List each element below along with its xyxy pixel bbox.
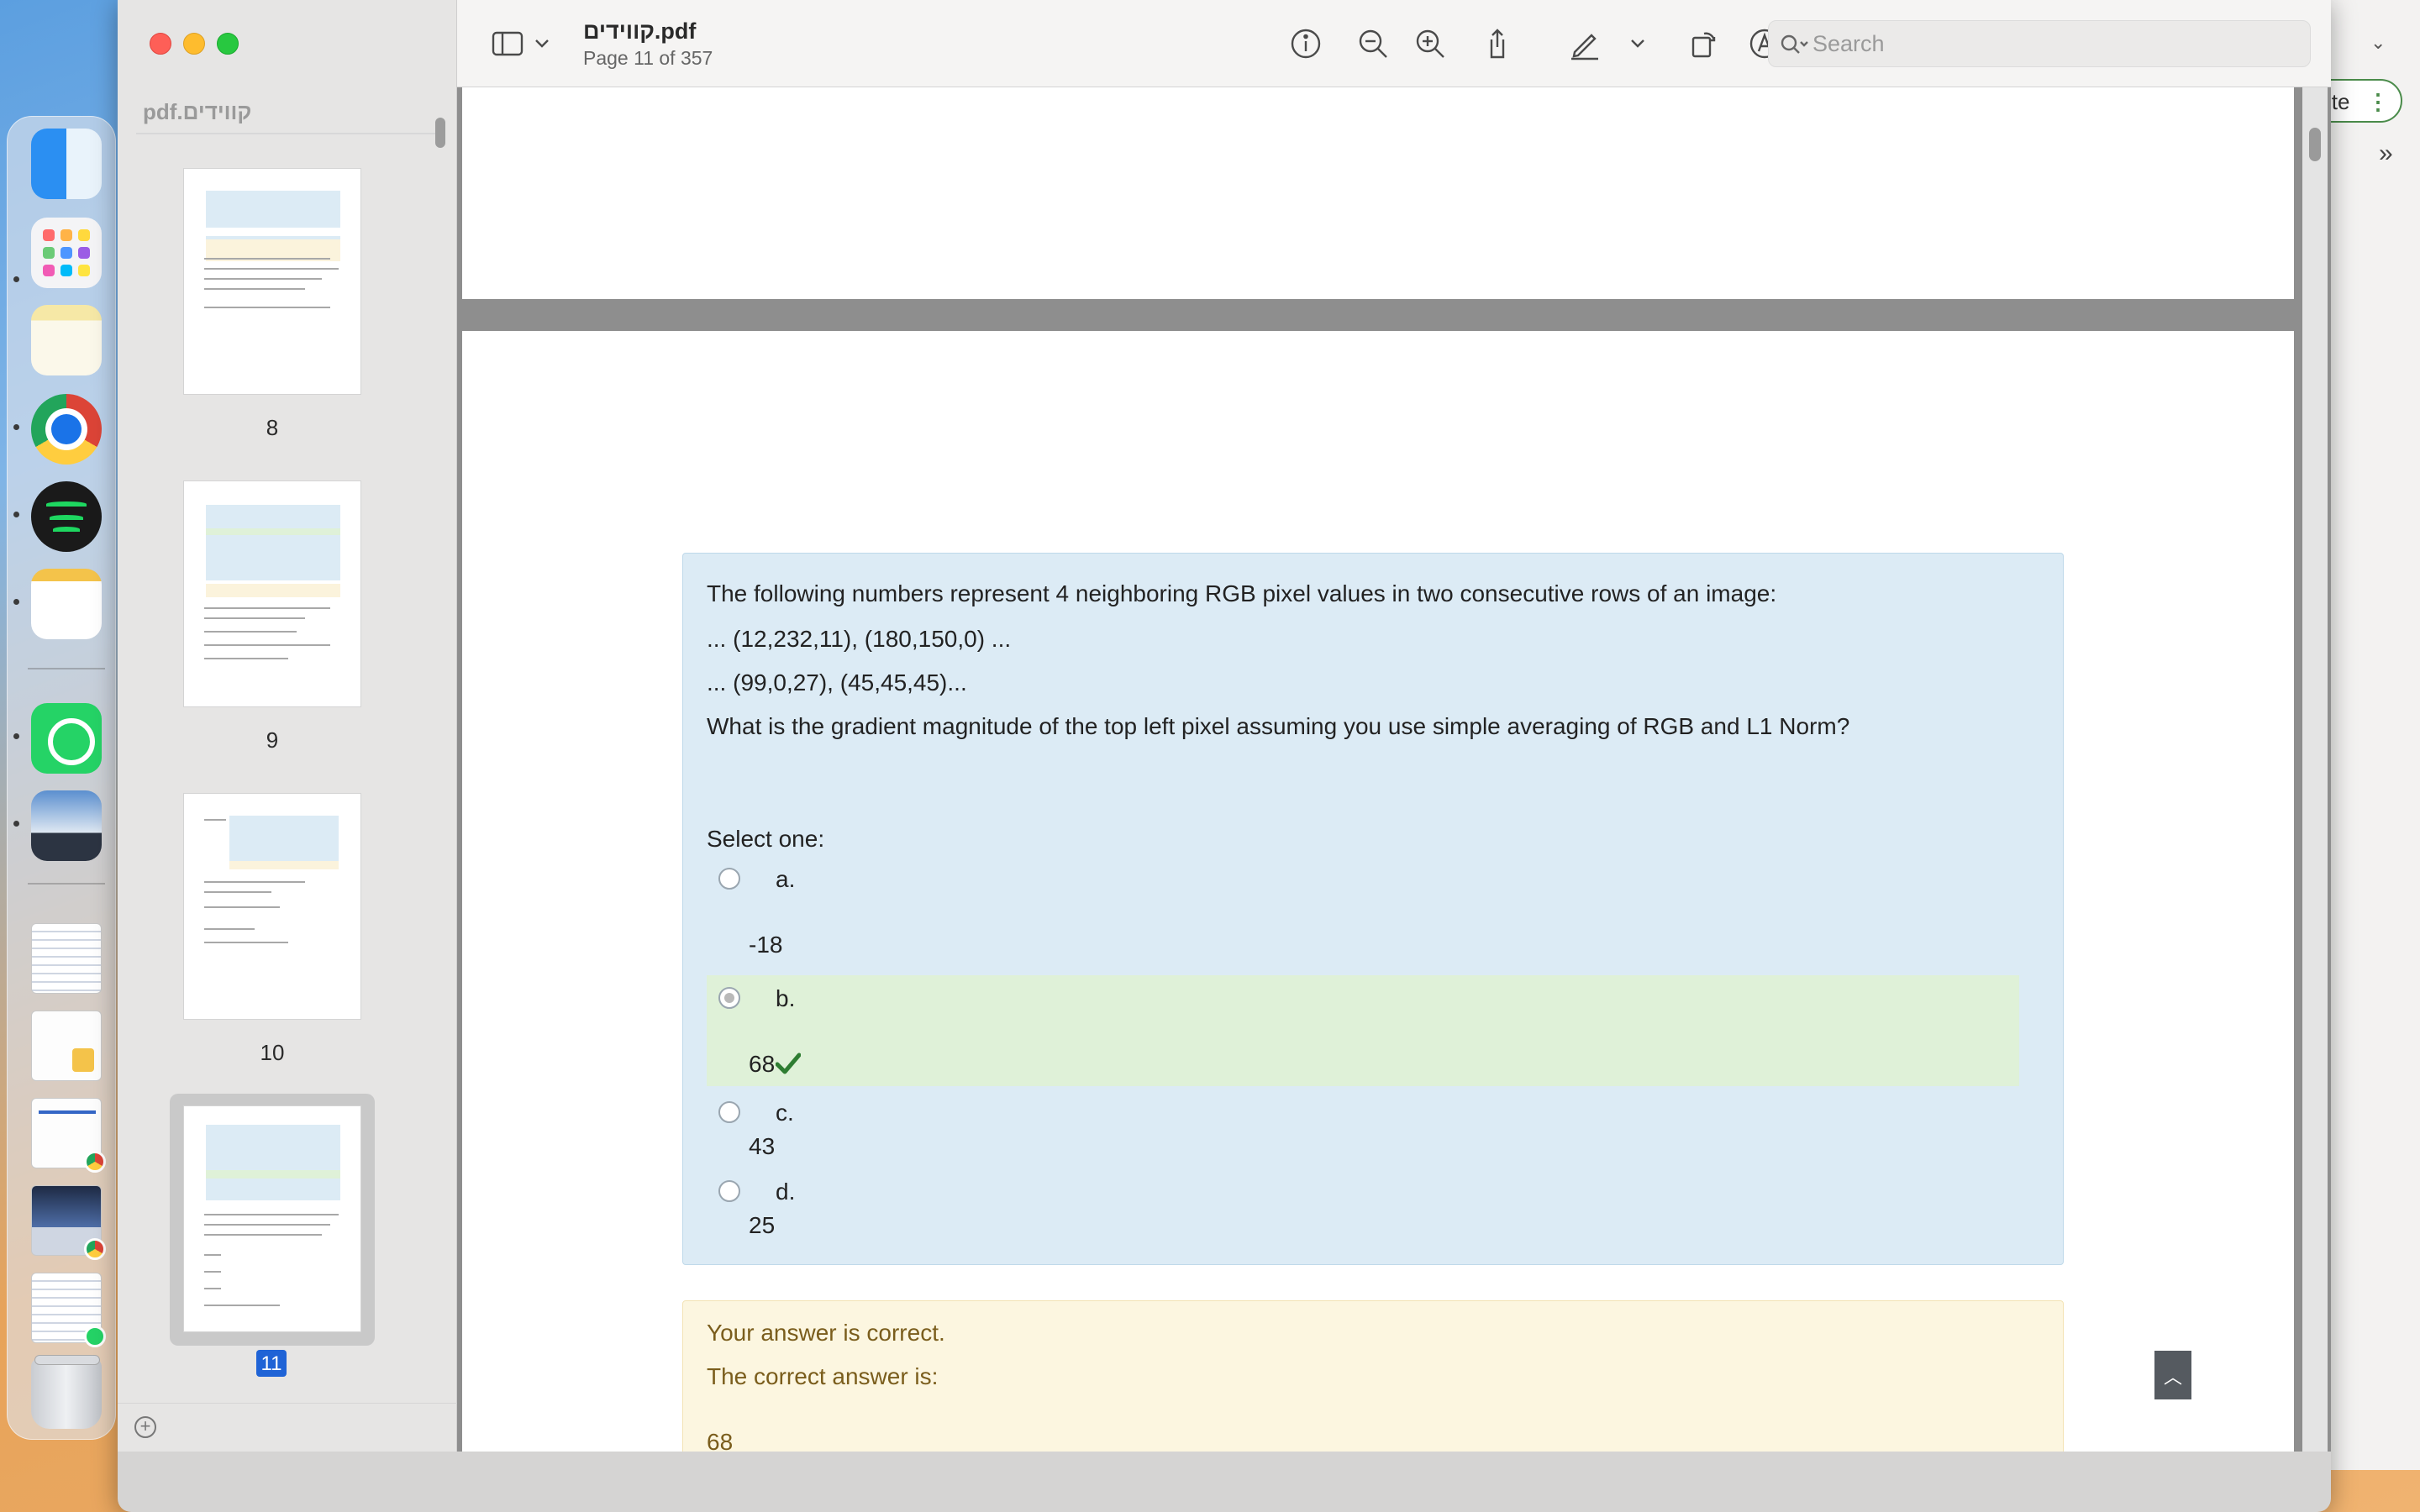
document-scrollbar-thumb[interactable] <box>2309 128 2321 161</box>
option-letter: c. <box>776 1100 794 1126</box>
page-indicator: Page 11 of 357 <box>583 47 713 69</box>
running-indicator <box>13 512 19 517</box>
page-thumbnail-10[interactable] <box>183 793 361 1020</box>
preview-window: קווידים.pdf 8 9 10 11 + קווידים.pdf Page… <box>118 0 2331 1512</box>
chrome-badge-icon <box>84 1238 106 1260</box>
feedback-box: Your answer is correct. The correct answ… <box>682 1300 2064 1452</box>
add-page-icon[interactable]: + <box>134 1416 156 1438</box>
document-view[interactable]: The following numbers represent 4 neighb… <box>457 87 2331 1452</box>
chrome-icon[interactable] <box>31 394 102 465</box>
search-field[interactable] <box>1768 20 2311 67</box>
share-icon[interactable] <box>1481 27 1514 60</box>
option-letter: a. <box>776 866 796 892</box>
running-indicator <box>13 599 19 605</box>
search-input[interactable] <box>1812 28 2283 60</box>
document-scrollbar-track[interactable] <box>2302 87 2328 1452</box>
question-text-line: What is the gradient magnitude of the to… <box>707 713 1850 739</box>
dock <box>7 116 116 1440</box>
radio-button[interactable] <box>718 1101 740 1123</box>
dock-separator <box>28 668 105 669</box>
running-indicator <box>13 424 19 430</box>
notes-icon[interactable] <box>31 569 102 639</box>
rotate-icon[interactable] <box>1687 27 1721 60</box>
launchpad-icon[interactable] <box>31 218 102 288</box>
option-value: -18 <box>749 932 783 958</box>
answer-option-b[interactable]: b. 68 <box>707 975 2019 1086</box>
correct-check-icon <box>776 1053 801 1074</box>
question-text-line: ... (99,0,27), (45,45,45)... <box>707 669 967 696</box>
markup-pen-icon[interactable] <box>1568 27 1602 60</box>
divider <box>136 133 439 134</box>
chrome-badge-icon <box>84 1151 106 1173</box>
option-value: 43 <box>749 1133 776 1159</box>
divider <box>118 1403 457 1404</box>
dock-separator <box>28 883 105 885</box>
page-thumbnail-8[interactable] <box>183 168 361 395</box>
preview-icon[interactable] <box>31 790 102 861</box>
option-letter: d. <box>776 1179 796 1205</box>
answer-option-d[interactable]: d. 25 <box>707 1173 2019 1247</box>
running-indicator <box>13 276 19 282</box>
zoom-out-icon[interactable] <box>1356 27 1390 60</box>
feedback-correct-value: 68 <box>707 1429 734 1452</box>
option-value: 68 <box>749 1051 776 1077</box>
minimized-window-chrome-icon[interactable] <box>31 1185 106 1260</box>
search-icon <box>1781 34 1808 54</box>
chevron-down-icon[interactable]: ⌄ <box>2370 32 2386 54</box>
page-thumbnail-11[interactable] <box>183 1105 361 1332</box>
chevron-up-icon: ︿ <box>2163 1367 2182 1388</box>
minimized-window-whatsapp-icon[interactable] <box>31 1273 106 1347</box>
minimize-window-button[interactable] <box>183 33 205 55</box>
sidebar-title: קווידים.pdf <box>143 99 252 124</box>
question-box: The following numbers represent 4 neighb… <box>682 553 2064 1265</box>
freeform-notes-icon[interactable] <box>31 305 102 375</box>
answer-option-a[interactable]: a. -18 <box>707 858 2019 967</box>
radio-button-selected[interactable] <box>718 987 740 1009</box>
answer-option-c[interactable]: c. 43 <box>707 1095 2019 1168</box>
chevron-down-icon[interactable] <box>1628 27 1647 60</box>
running-indicator <box>13 821 19 827</box>
pdf-page-previous <box>462 87 2294 299</box>
spotify-icon[interactable] <box>31 481 102 552</box>
minimized-window-notes-icon[interactable] <box>31 1011 102 1081</box>
select-one-prompt: Select one: <box>707 826 825 852</box>
page-thumbnail-label-selected: 11 <box>256 1350 287 1377</box>
scroll-to-top-button[interactable]: ︿ <box>2154 1351 2191 1399</box>
zoom-in-icon[interactable] <box>1413 27 1447 60</box>
info-icon[interactable] <box>1289 27 1323 60</box>
question-text-line: ... (12,232,11), (180,150,0) ... <box>707 626 1012 652</box>
option-value: 25 <box>749 1212 776 1238</box>
feedback-result: Your answer is correct. <box>707 1320 945 1346</box>
finder-icon[interactable] <box>31 129 102 199</box>
option-letter: b. <box>776 985 796 1011</box>
running-indicator <box>13 733 19 739</box>
feedback-correct-label: The correct answer is: <box>707 1363 939 1389</box>
page-thumbnail-9[interactable] <box>183 480 361 707</box>
sidebar-scrollbar[interactable] <box>435 118 445 148</box>
whatsapp-badge-icon <box>84 1326 106 1347</box>
sidebar-toggle-icon[interactable] <box>491 27 524 60</box>
question-text-line: The following numbers represent 4 neighb… <box>707 580 1777 606</box>
double-chevron-right-icon[interactable]: » <box>2379 139 2393 168</box>
page-thumbnail-label: 9 <box>266 727 279 753</box>
minimized-window-calendar-icon[interactable] <box>31 923 102 994</box>
document-title: קווידים.pdf <box>583 18 697 44</box>
chevron-down-icon[interactable] <box>533 27 551 60</box>
toolbar: קווידים.pdf Page 11 of 357 <box>457 0 2331 87</box>
minimized-window-chrome-icon[interactable] <box>31 1098 106 1173</box>
page-thumbnail-label: 10 <box>260 1040 285 1065</box>
whatsapp-icon[interactable] <box>31 703 102 774</box>
more-vertical-icon: ⋮ <box>2367 89 2389 114</box>
page-thumbnail-label: 8 <box>266 415 279 440</box>
radio-button[interactable] <box>718 868 740 890</box>
trash-icon[interactable] <box>31 1355 102 1429</box>
thumbnail-sidebar: קווידים.pdf 8 9 10 11 + <box>118 0 457 1452</box>
close-window-button[interactable] <box>150 33 171 55</box>
zoom-window-button[interactable] <box>217 33 239 55</box>
radio-button[interactable] <box>718 1180 740 1202</box>
